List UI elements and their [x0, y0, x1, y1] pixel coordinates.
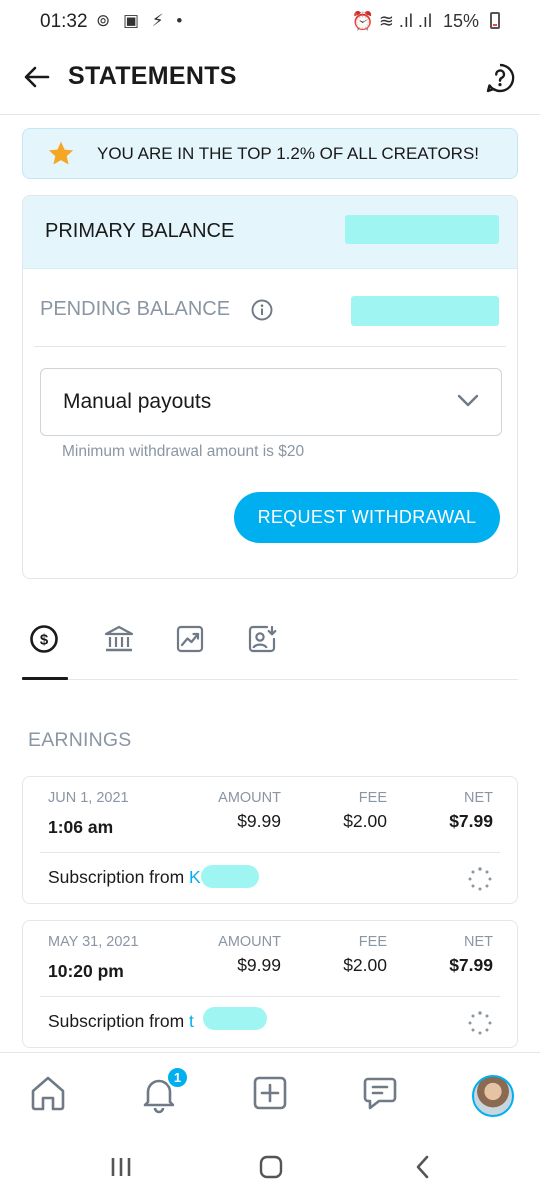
page-title: STATEMENTS [68, 62, 237, 90]
divider [40, 852, 500, 853]
amount-header: AMOUNT [218, 790, 281, 806]
active-tab-indicator [22, 677, 68, 680]
status-bar: 01:32 ⊚ ▣ ⚡ • ⏰ ≋ .ıl .ıl 15% [0, 0, 540, 46]
fan-name-redacted [201, 865, 259, 888]
plus-square-icon[interactable] [248, 1071, 292, 1115]
request-withdrawal-button[interactable]: REQUEST WITHDRAWAL [234, 492, 500, 543]
home-icon[interactable] [26, 1071, 70, 1115]
minimum-withdrawal-note: Minimum withdrawal amount is $20 [62, 443, 305, 460]
status-notification-icons: ⊚ ▣ ⚡ • [96, 11, 187, 30]
fan-name-redacted [203, 1007, 267, 1030]
pending-spinner-icon [468, 1011, 492, 1035]
tab-banking[interactable] [96, 622, 140, 666]
earning-amount: $9.99 [237, 811, 281, 831]
arrow-left-icon[interactable] [22, 62, 52, 92]
primary-balance-row: PRIMARY BALANCE [23, 196, 517, 269]
question-circle-icon[interactable] [484, 62, 516, 94]
pending-balance-label: PENDING BALANCE [40, 298, 231, 320]
earning-fee: $2.00 [343, 811, 387, 831]
tab-earnings[interactable]: $ [22, 622, 66, 666]
banner-text: YOU ARE IN THE TOP 1.2% OF ALL CREATORS! [97, 144, 480, 163]
earning-description: Subscription from t [48, 1011, 194, 1032]
star-icon [48, 141, 74, 165]
net-header: NET [464, 934, 493, 950]
earning-description-text: Subscription from [48, 1011, 185, 1031]
earning-time: 10:20 pm [48, 961, 124, 981]
home-button-icon[interactable] [258, 1154, 284, 1180]
earning-net: $7.99 [449, 955, 493, 975]
status-time: 01:32 [40, 11, 88, 32]
earning-row[interactable]: MAY 31, 2021 10:20 pm AMOUNT $9.99 FEE $… [22, 920, 518, 1048]
earning-description: Subscription from K [48, 867, 201, 888]
tab-payout-requests[interactable] [240, 622, 284, 666]
payout-method-select[interactable]: Manual payouts [40, 368, 502, 436]
primary-balance-value-redacted [345, 215, 499, 244]
battery-text: 15% [442, 11, 479, 31]
pending-spinner-icon [468, 867, 492, 891]
signal-icons: ⏰ ≋ .ıl .ıl [351, 11, 432, 31]
net-header: NET [464, 790, 493, 806]
earning-time: 1:06 am [48, 817, 114, 837]
primary-balance-label: PRIMARY BALANCE [45, 220, 235, 242]
user-download-icon [248, 625, 277, 653]
fan-name[interactable]: t [189, 1011, 194, 1031]
notification-count-badge: 1 [166, 1066, 189, 1089]
earning-date: JUN 1, 2021 [48, 790, 129, 806]
earning-amount: $9.99 [237, 955, 281, 975]
back-button-icon[interactable] [410, 1154, 436, 1180]
bottom-navigation: 1 [0, 1052, 540, 1137]
fee-header: FEE [358, 790, 387, 806]
earnings-section-title: EARNINGS [28, 729, 132, 751]
status-right: ⏰ ≋ .ıl .ıl 15% [345, 11, 500, 32]
app-header: STATEMENTS [0, 50, 540, 115]
top-creators-banner: YOU ARE IN THE TOP 1.2% OF ALL CREATORS! [22, 128, 518, 179]
tab-statistics[interactable] [168, 622, 212, 666]
battery-icon [490, 12, 500, 29]
dollar-circle-icon: $ [30, 625, 58, 653]
divider [34, 346, 506, 347]
bank-icon [104, 625, 134, 652]
earning-row[interactable]: JUN 1, 2021 1:06 am AMOUNT $9.99 FEE $2.… [22, 776, 518, 904]
messages-icon[interactable] [358, 1071, 402, 1115]
info-icon[interactable] [251, 299, 273, 321]
payout-method-value: Manual payouts [63, 390, 212, 413]
pending-balance-row: PENDING BALANCE [23, 270, 517, 347]
recent-apps-icon[interactable] [108, 1154, 134, 1180]
divider [40, 996, 500, 997]
fan-name[interactable]: K [189, 867, 201, 887]
avatar[interactable] [472, 1075, 514, 1117]
chevron-down-icon [457, 394, 479, 407]
earning-description-text: Subscription from [48, 867, 185, 887]
fee-header: FEE [358, 934, 387, 950]
earning-fee: $2.00 [343, 955, 387, 975]
chart-icon [176, 625, 204, 653]
statement-tabs: $ [22, 612, 518, 680]
amount-header: AMOUNT [218, 934, 281, 950]
pending-balance-value-redacted [351, 296, 499, 326]
balance-card: PRIMARY BALANCE PENDING BALANCE Manual p… [22, 195, 518, 579]
svg-text:$: $ [40, 632, 49, 649]
system-navigation-bar [0, 1137, 540, 1200]
earning-date: MAY 31, 2021 [48, 934, 139, 950]
earning-net: $7.99 [449, 811, 493, 831]
